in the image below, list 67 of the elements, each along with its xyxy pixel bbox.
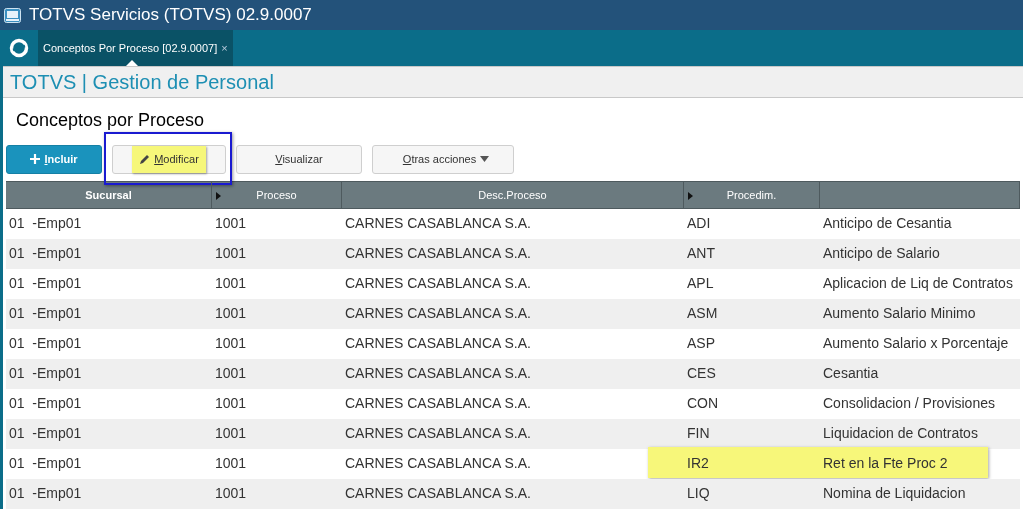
table-cell: CARNES CASABLANCA S.A. bbox=[345, 245, 531, 262]
table-cell: 1001 bbox=[215, 275, 247, 292]
table-cell: LIQ bbox=[687, 485, 710, 502]
table-cell: ASM bbox=[687, 305, 718, 322]
column-header[interactable]: Desc.Proceso bbox=[478, 186, 547, 204]
table-cell: CES bbox=[687, 365, 716, 382]
table-cell: CON bbox=[687, 395, 719, 412]
table-cell: 01 -Emp01 bbox=[9, 275, 82, 292]
table-cell: CARNES CASABLANCA S.A. bbox=[345, 275, 531, 292]
table-cell: Liquidacion de Contratos bbox=[823, 425, 978, 442]
toolbar-button[interactable]: Otras acciones bbox=[372, 144, 514, 174]
table-cell: Nomina de Liquidacion bbox=[823, 485, 966, 502]
table-cell: Ret en la Fte Proc 2 bbox=[823, 455, 948, 472]
table-cell: CARNES CASABLANCA S.A. bbox=[345, 455, 531, 472]
toolbar-button[interactable]: Visualizar bbox=[236, 144, 362, 174]
table-cell: 01 -Emp01 bbox=[9, 365, 82, 382]
table-cell: ANT bbox=[687, 245, 715, 262]
table-cell: 01 -Emp01 bbox=[9, 245, 82, 262]
table-cell: Anticipo de Cesantia bbox=[823, 215, 952, 232]
table-cell: Aumento Salario x Porcentaje bbox=[823, 335, 1009, 352]
table-cell: 01 -Emp01 bbox=[9, 455, 82, 472]
table-cell: Consolidacion / Provisiones bbox=[823, 395, 995, 412]
table-cell: 1001 bbox=[215, 335, 247, 352]
table-cell: 1001 bbox=[215, 395, 247, 412]
toolbar-button[interactable]: Modificar bbox=[112, 144, 226, 174]
table-cell: IR2 bbox=[687, 455, 709, 472]
table-cell: 01 -Emp01 bbox=[9, 335, 82, 352]
logo-icon bbox=[9, 38, 29, 58]
caret-icon bbox=[480, 156, 490, 163]
column-header[interactable]: Procedim. bbox=[726, 186, 777, 204]
column-header[interactable]: Proceso bbox=[256, 186, 297, 204]
table-cell: 1001 bbox=[215, 215, 247, 232]
table-cell: 01 -Emp01 bbox=[9, 485, 82, 502]
table-cell: CARNES CASABLANCA S.A. bbox=[345, 485, 531, 502]
table-cell: Aumento Salario Minimo bbox=[823, 305, 976, 322]
table-cell: CARNES CASABLANCA S.A. bbox=[345, 305, 531, 322]
table-cell: 1001 bbox=[215, 485, 247, 502]
toolbar-button[interactable]: Incluir bbox=[6, 144, 102, 174]
table-cell: 01 -Emp01 bbox=[9, 215, 82, 232]
table-cell: CARNES CASABLANCA S.A. bbox=[345, 335, 531, 352]
pencil-icon bbox=[139, 153, 151, 165]
tab[interactable]: Conceptos Por Proceso [02.9.0007] × bbox=[38, 30, 233, 66]
table-cell: Cesantia bbox=[823, 365, 879, 382]
table-cell: 1001 bbox=[215, 455, 247, 472]
table-cell: 1001 bbox=[215, 245, 247, 262]
window-title: TOTVS Servicios (TOTVS) 02.9.0007 bbox=[29, 4, 312, 27]
table-cell: CARNES CASABLANCA S.A. bbox=[345, 365, 531, 382]
table-cell: Aplicacion de Liq de Contratos bbox=[823, 275, 1013, 292]
table-cell: Anticipo de Salario bbox=[823, 245, 940, 262]
table-cell: APL bbox=[687, 275, 714, 292]
table-cell: 1001 bbox=[215, 425, 247, 442]
table-cell: ADI bbox=[687, 215, 711, 232]
plus-icon bbox=[30, 154, 41, 165]
table-cell: 1001 bbox=[215, 305, 247, 322]
app-header: TOTVS | Gestion de Personal bbox=[10, 70, 274, 96]
table-cell: ASP bbox=[687, 335, 715, 352]
page-title: Conceptos por Proceso bbox=[16, 108, 205, 132]
table-cell: 01 -Emp01 bbox=[9, 305, 82, 322]
app-window-icon bbox=[4, 7, 21, 23]
column-header[interactable]: Sucursal bbox=[85, 186, 132, 204]
table-cell: 1001 bbox=[215, 365, 247, 382]
table-cell: 01 -Emp01 bbox=[9, 425, 82, 442]
table-cell: 01 -Emp01 bbox=[9, 395, 82, 412]
table-cell: FIN bbox=[687, 425, 710, 442]
table-cell: CARNES CASABLANCA S.A. bbox=[345, 215, 531, 232]
table-cell: CARNES CASABLANCA S.A. bbox=[345, 425, 531, 442]
table-cell: CARNES CASABLANCA S.A. bbox=[345, 395, 531, 412]
